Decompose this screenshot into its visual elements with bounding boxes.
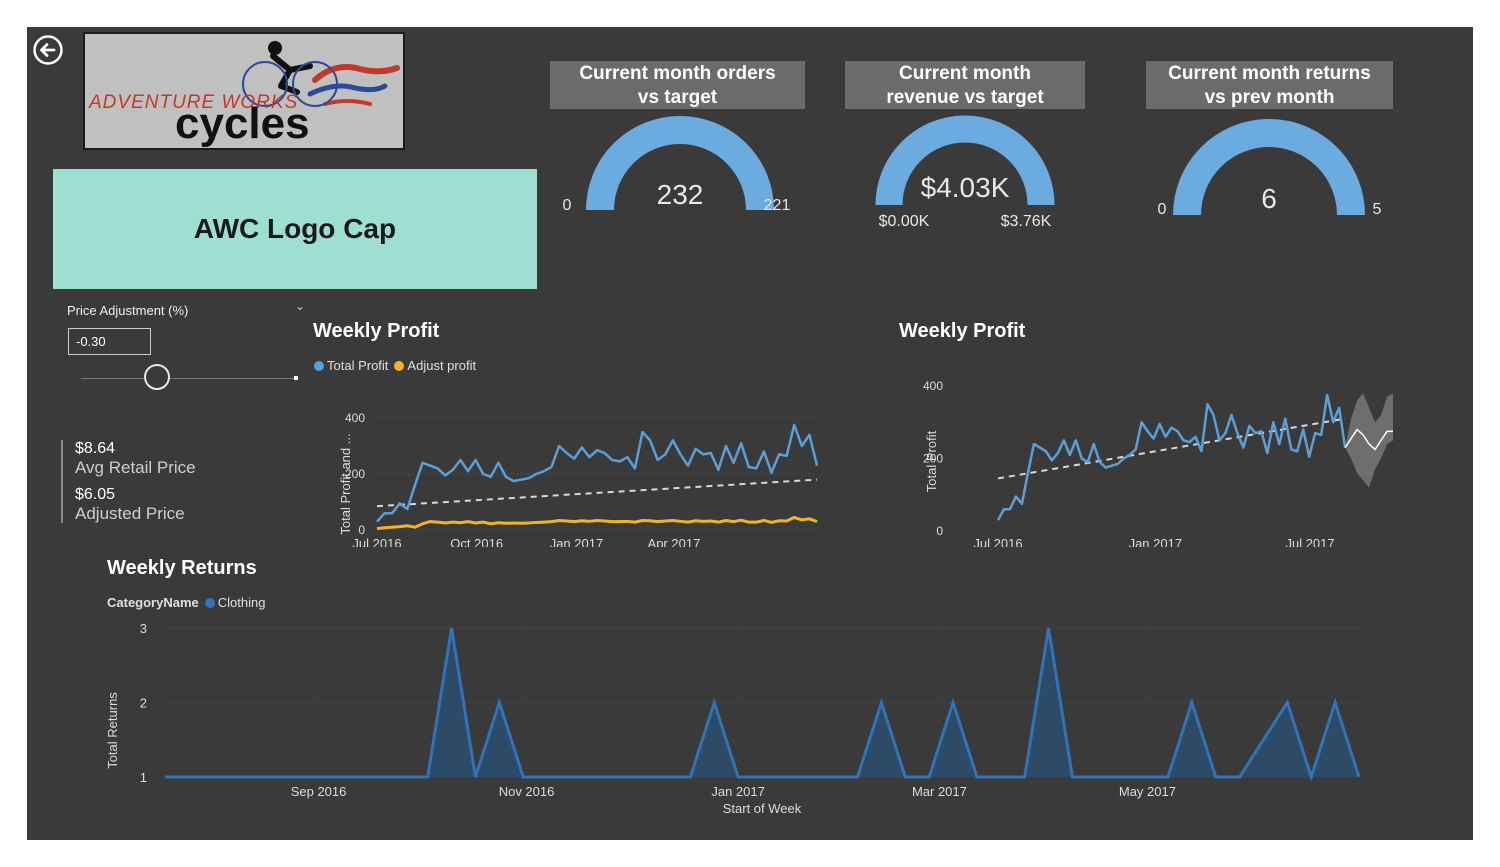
report-canvas: ADVENTURE WORKS cycles AWC Logo Cap Curr… xyxy=(27,27,1473,840)
company-logo: ADVENTURE WORKS cycles xyxy=(83,32,405,150)
x-tick-label: Jan 2017 xyxy=(550,536,604,547)
gauge-min-label: 0 xyxy=(1158,201,1167,218)
y-axis-label: Total Profit xyxy=(924,430,939,492)
x-tick-label: Jul 2017 xyxy=(1285,536,1334,547)
y-tick-label: 1 xyxy=(140,770,147,785)
x-tick-label: Mar 2017 xyxy=(912,784,967,799)
kpi-divider xyxy=(61,440,63,523)
gauge-title-line: revenue vs target xyxy=(886,87,1044,108)
gauge-title-line: vs target xyxy=(637,87,718,108)
gauge-title-line: Current month xyxy=(899,63,1031,84)
weekly-profit-forecast-title: Weekly Profit xyxy=(899,320,1026,342)
legend-dot-icon xyxy=(204,597,215,608)
y-axis-label: Total Returns xyxy=(105,692,120,769)
x-tick-label: Jan 2017 xyxy=(1129,536,1183,547)
legend-item-adjust-profit[interactable]: Adjust profit xyxy=(407,358,476,373)
price-adjustment-slider-thumb[interactable] xyxy=(143,364,170,390)
legend-item-clothing[interactable]: Clothing xyxy=(218,595,266,610)
gauge-title-1: Current month orders vs target xyxy=(550,61,805,109)
x-tick-label: Sep 2016 xyxy=(291,784,347,799)
product-card: AWC Logo Cap xyxy=(53,169,537,289)
legend-title: CategoryName xyxy=(107,595,199,610)
x-tick-label: Apr 2017 xyxy=(648,536,701,547)
x-tick-label: May 2017 xyxy=(1119,784,1176,799)
gauge-max-label: 221 xyxy=(764,197,791,214)
price-adjustment-label: Price Adjustment (%) xyxy=(67,303,189,318)
x-tick-label: Nov 2016 xyxy=(499,784,555,799)
y-tick-label: 2 xyxy=(140,696,147,711)
weekly-returns-title: Weekly Returns xyxy=(107,557,257,579)
gauge-min-label: 0 xyxy=(563,197,572,214)
y-tick-label: 400 xyxy=(923,379,943,393)
y-tick-label: 3 xyxy=(140,621,147,636)
trend-line xyxy=(376,478,818,508)
weekly-profit-title: Weekly Profit xyxy=(313,320,440,342)
series-line-total-profit xyxy=(996,393,1347,521)
gauge-title-2: Current month revenue vs target xyxy=(845,61,1085,109)
price-adjustment-input[interactable] xyxy=(68,328,151,355)
weekly-returns-chart[interactable]: 1 2 3 Sep 2016 Nov 2016 Jan 2017 Mar 2017 May 2… xyxy=(97,615,1397,815)
gauge-value: 6 xyxy=(1261,183,1277,214)
gauge-title-3: Current month returns vs prev month xyxy=(1146,61,1393,109)
product-name: AWC Logo Cap xyxy=(193,213,397,244)
x-tick-label: Oct 2016 xyxy=(450,536,503,547)
slider-end-marker xyxy=(294,376,298,380)
forecast-band xyxy=(1345,393,1393,488)
legend-item-total-profit[interactable]: Total Profit xyxy=(327,358,388,373)
slider-track[interactable] xyxy=(81,378,297,379)
gauge-title-line: Current month orders xyxy=(579,63,776,84)
y-tick-label: 0 xyxy=(358,523,365,537)
gauge-min-label: $0.00K xyxy=(879,213,930,230)
weekly-profit-forecast-chart[interactable]: 0200400Jul 2016Jan 2017Jul 2017Start of … xyxy=(893,349,1433,547)
gauge-arc xyxy=(586,116,774,211)
gauge-value: $4.03K xyxy=(921,172,1010,203)
back-arrow-icon[interactable] xyxy=(33,35,63,65)
chevron-down-icon[interactable]: ⌄ xyxy=(295,299,305,313)
x-tick-label: Jul 2016 xyxy=(352,536,401,547)
adjusted-price-value: $6.05 xyxy=(75,486,116,503)
legend-dot-icon xyxy=(394,360,405,371)
gauge-title-line: Current month returns xyxy=(1168,63,1371,84)
avg-retail-price-value: $8.64 xyxy=(75,440,116,457)
x-tick-label: Jan 2017 xyxy=(711,784,765,799)
legend-dot-icon xyxy=(314,360,324,371)
x-tick-label: Jul 2016 xyxy=(973,536,1022,547)
x-axis-label: Start of Week xyxy=(723,801,802,815)
y-tick-label: 0 xyxy=(936,524,943,538)
series-line-adjust-profit xyxy=(376,515,818,531)
series-line-total-profit xyxy=(376,423,819,523)
weekly-profit-chart[interactable]: 0200400Jul 2016Oct 2016Jan 2017Apr 2017S… xyxy=(307,377,827,547)
y-axis-label: Total Profit and ... xyxy=(338,433,353,534)
gauge-max-label: 5 xyxy=(1373,201,1382,218)
gauge-value: 232 xyxy=(657,179,704,210)
avg-retail-price-label: Avg Retail Price xyxy=(75,458,196,477)
gauge-title-line: vs prev month xyxy=(1204,87,1335,108)
weekly-returns-legend: CategoryName Clothing xyxy=(107,595,265,610)
gauge-arc xyxy=(1173,119,1365,216)
weekly-profit-legend: Total Profit Adjust profit xyxy=(314,358,476,373)
y-tick-label: 400 xyxy=(345,411,365,425)
gauge-arc xyxy=(875,115,1055,206)
logo-line2: cycles xyxy=(175,99,310,148)
gauge-max-label: $3.76K xyxy=(1001,213,1052,230)
adjusted-price-label: Adjusted Price xyxy=(75,504,185,523)
